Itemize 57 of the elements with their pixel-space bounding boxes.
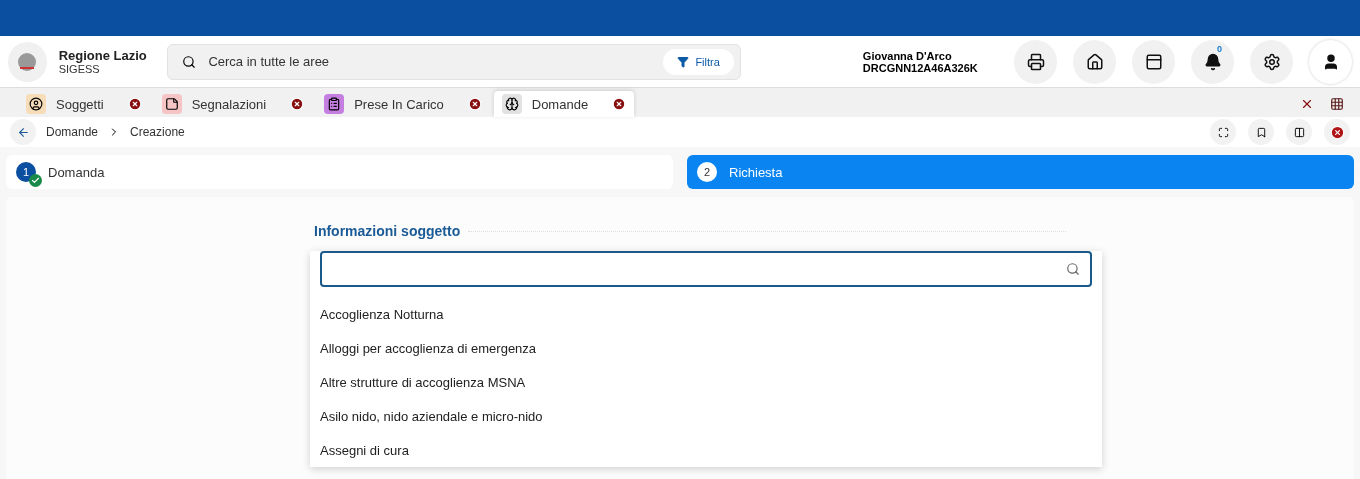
window-icon	[1144, 52, 1163, 71]
settings-icon	[1262, 52, 1281, 71]
emblem-logo	[8, 41, 47, 82]
search-icon	[1066, 262, 1080, 276]
bookmark-button[interactable]	[1248, 119, 1274, 145]
dropdown-option[interactable]: Alloggi per accoglienza di emergenza	[310, 331, 1102, 365]
step-number: 2	[697, 162, 717, 182]
dropdown-option[interactable]: Asilo nido, nido aziendale e micro-nido	[310, 399, 1102, 433]
print-button[interactable]	[1014, 39, 1058, 84]
module-tab[interactable]: Domande	[493, 91, 635, 117]
home-button[interactable]	[1073, 39, 1117, 84]
breadcrumb-item[interactable]: Creazione	[130, 125, 185, 139]
close-icon[interactable]	[467, 97, 482, 111]
user-code: DRCGNN12A46A326K	[862, 61, 979, 74]
bell-icon	[1203, 52, 1222, 71]
split-view-icon	[1293, 126, 1305, 138]
clipboard-icon	[327, 97, 342, 111]
close-button[interactable]	[1324, 119, 1350, 145]
user-button[interactable]	[1309, 39, 1352, 84]
filter-icon	[677, 55, 690, 68]
back-arrow-icon	[16, 125, 30, 139]
dropdown-option[interactable]: Altre strutture di accoglienza MSNA	[310, 365, 1102, 399]
dropdown-option[interactable]: Accoglienza Notturna	[310, 297, 1102, 331]
notifications-button[interactable]: 0	[1191, 39, 1235, 84]
step-tab[interactable]: 1 Domanda	[6, 155, 673, 189]
close-icon[interactable]	[612, 97, 627, 111]
grid-icon[interactable]	[1330, 97, 1344, 111]
settings-button[interactable]	[1250, 39, 1294, 84]
org-name: Regione Lazio	[58, 48, 148, 63]
window-button[interactable]	[1132, 39, 1176, 84]
back-button[interactable]	[10, 119, 36, 145]
fullscreen-button[interactable]	[1210, 119, 1236, 145]
search-icon	[182, 54, 197, 69]
step-tab[interactable]: 2 Richiesta	[687, 155, 1354, 189]
breadcrumb-item[interactable]: Domande	[46, 125, 99, 139]
notification-count: 0	[1217, 43, 1223, 54]
close-icon[interactable]	[127, 97, 142, 111]
person-icon	[29, 97, 43, 111]
split-view-button[interactable]	[1286, 119, 1312, 145]
close-icon[interactable]	[1300, 97, 1314, 111]
close-icon[interactable]	[290, 97, 305, 111]
section-title: Informazioni soggetto	[314, 223, 461, 239]
global-search-field[interactable]: Cerca in tutte le aree Filtra	[167, 43, 741, 80]
module-tab[interactable]: Soggetti	[18, 91, 150, 117]
close-icon	[1329, 124, 1345, 140]
bookmark-icon	[1255, 126, 1267, 138]
note-icon	[164, 97, 179, 111]
fullscreen-icon	[1217, 126, 1229, 138]
dropdown-option[interactable]: Assegni di cura	[310, 433, 1102, 467]
home-icon	[1085, 52, 1104, 71]
printer-icon	[1026, 52, 1045, 71]
dropdown-search-field[interactable]	[320, 251, 1092, 287]
filter-button[interactable]: Filtra	[663, 48, 734, 75]
user-name: Giovanna D'Arco	[862, 49, 953, 62]
module-tab[interactable]: Segnalazioni	[153, 91, 313, 117]
org-subtitle: SIGESS	[58, 63, 101, 75]
module-tab[interactable]: Prese In Carico	[316, 91, 490, 117]
